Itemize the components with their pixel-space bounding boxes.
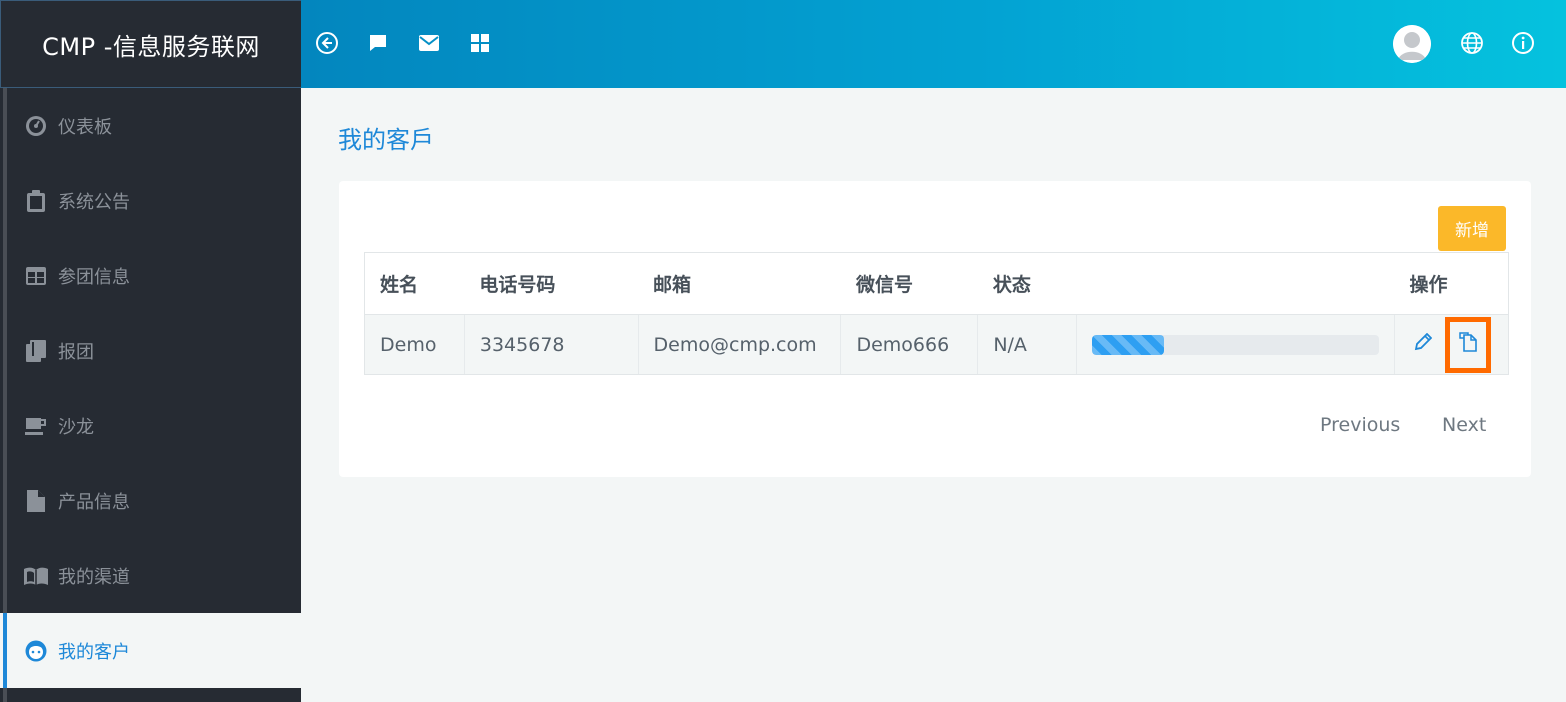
column-header-email: 邮箱 xyxy=(638,252,841,315)
cell-email: Demo@cmp.com xyxy=(638,314,842,375)
book-open-icon xyxy=(24,564,48,588)
brand-title: CMP -信息服务联网 xyxy=(0,0,301,88)
cell-progress xyxy=(1076,314,1396,375)
mail-icon[interactable] xyxy=(414,28,444,58)
cell-phone: 3345678 xyxy=(464,314,639,375)
copy-icon xyxy=(1457,331,1479,358)
table-icon xyxy=(24,264,48,288)
sidebar: 仪表板 系统公告 参团信息 报团 沙龙 产品信息 我的渠道 我的客户 xyxy=(0,88,301,702)
face-icon xyxy=(24,639,48,663)
edit-button[interactable] xyxy=(1407,329,1439,361)
add-button[interactable]: 新增 xyxy=(1438,206,1506,251)
column-header-wechat: 微信号 xyxy=(840,252,978,315)
dashboard-icon xyxy=(24,114,48,138)
table-header-row: 姓名 电话号码 邮箱 微信号 状态 操作 xyxy=(364,252,1509,315)
sidebar-item-label: 沙龙 xyxy=(58,416,94,438)
sidebar-item-label: 仪表板 xyxy=(58,116,112,138)
sidebar-item-label: 我的客户 xyxy=(58,641,130,663)
sidebar-item-group-info[interactable]: 参团信息 xyxy=(0,238,301,313)
coffee-icon xyxy=(24,414,48,438)
copy-button[interactable] xyxy=(1445,316,1492,373)
sidebar-item-customers[interactable]: 我的客户 xyxy=(0,613,301,688)
sidebar-item-label: 产品信息 xyxy=(58,491,130,513)
table-row: Demo 3345678 Demo@cmp.com Demo666 N/A xyxy=(364,314,1509,375)
progress-bar xyxy=(1092,334,1380,355)
column-header-phone: 电话号码 xyxy=(464,252,639,315)
cell-status: N/A xyxy=(977,314,1078,375)
cell-name: Demo xyxy=(364,314,465,375)
clipboard-icon xyxy=(24,189,48,213)
progress-bar-fill xyxy=(1092,334,1164,355)
globe-icon[interactable] xyxy=(1457,28,1487,58)
sidebar-item-salon[interactable]: 沙龙 xyxy=(0,388,301,463)
column-header-progress xyxy=(1076,252,1395,315)
top-navbar xyxy=(301,0,1566,88)
column-header-status: 状态 xyxy=(977,252,1077,315)
sidebar-item-join-group[interactable]: 报团 xyxy=(0,313,301,388)
page-title: 我的客戶 xyxy=(338,126,434,154)
sidebar-item-label: 报团 xyxy=(58,341,94,363)
sidebar-item-label: 参团信息 xyxy=(58,266,130,288)
cell-actions xyxy=(1394,314,1509,375)
grid-icon[interactable] xyxy=(465,28,495,58)
pagination-previous[interactable]: Previous xyxy=(1320,414,1400,436)
pagination-next[interactable]: Next xyxy=(1442,414,1486,436)
sidebar-item-channels[interactable]: 我的渠道 xyxy=(0,538,301,613)
chat-icon[interactable] xyxy=(363,28,393,58)
sidebar-item-announcements[interactable]: 系统公告 xyxy=(0,163,301,238)
sidebar-item-label: 我的渠道 xyxy=(58,566,130,588)
avatar[interactable] xyxy=(1393,25,1431,63)
pencil-icon xyxy=(1414,332,1433,356)
info-icon[interactable] xyxy=(1508,28,1538,58)
cell-wechat: Demo666 xyxy=(840,314,979,375)
sidebar-item-dashboard[interactable]: 仪表板 xyxy=(0,88,301,163)
sidebar-item-label: 系统公告 xyxy=(58,191,130,213)
column-header-actions: 操作 xyxy=(1394,252,1509,315)
customers-table: 姓名 电话号码 邮箱 微信号 状态 操作 Demo 3345678 Demo@c… xyxy=(364,252,1509,375)
sidebar-item-products[interactable]: 产品信息 xyxy=(0,463,301,538)
arrow-left-circle-icon[interactable] xyxy=(312,28,342,58)
column-header-name: 姓名 xyxy=(364,252,465,315)
books-icon xyxy=(24,339,48,363)
document-icon xyxy=(24,489,48,513)
